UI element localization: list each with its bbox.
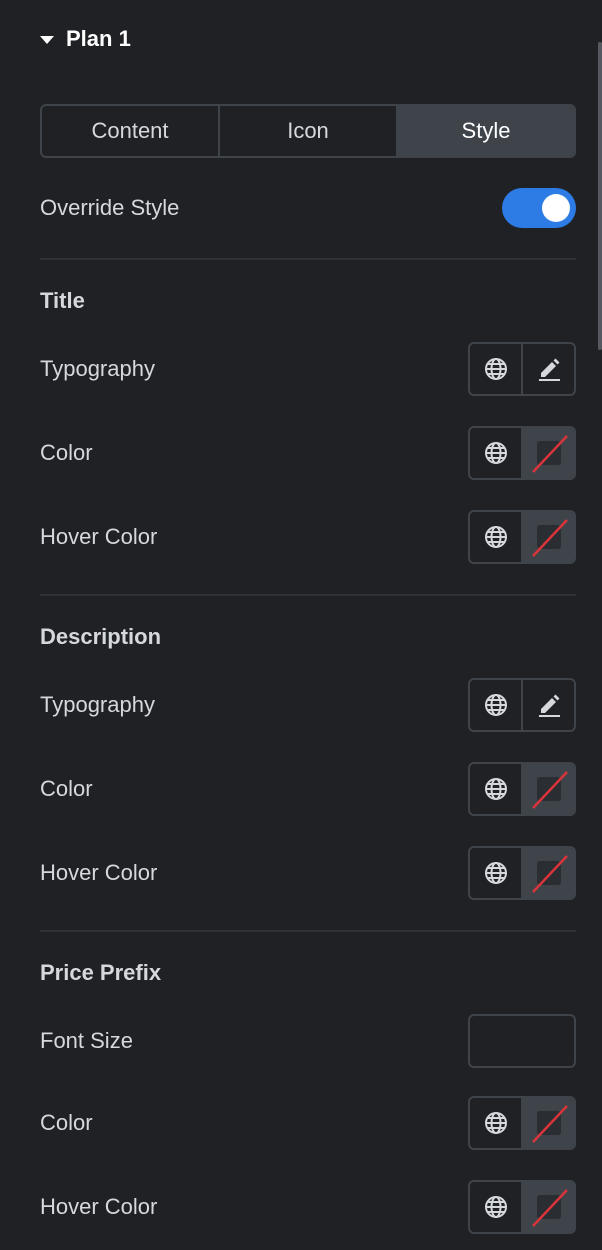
global-hover-color-button[interactable] xyxy=(470,848,521,898)
hover-color-picker-button[interactable] xyxy=(521,848,574,898)
no-color-swatch-icon xyxy=(531,771,568,809)
color-label: Color xyxy=(40,776,93,801)
hover-color-picker-button[interactable] xyxy=(521,512,574,562)
globe-icon xyxy=(484,862,507,884)
hover-color-label: Hover Color xyxy=(40,1194,158,1219)
caret-down-icon xyxy=(40,36,54,44)
tab-style[interactable]: Style xyxy=(396,106,574,156)
plan-header[interactable]: Plan 1 xyxy=(40,22,131,56)
toggle-knob xyxy=(542,194,570,222)
font-size-input[interactable] xyxy=(468,1014,576,1068)
section-title-header: Title xyxy=(40,286,576,316)
globe-icon xyxy=(484,694,507,716)
color-label: Color xyxy=(40,440,93,465)
global-hover-color-button[interactable] xyxy=(470,512,521,562)
description-hover-color-row: Hover Color xyxy=(40,846,576,900)
section-heading: Description xyxy=(40,624,162,649)
font-size-label: Font Size xyxy=(40,1028,133,1053)
globe-icon xyxy=(484,1112,507,1134)
no-color-swatch-icon xyxy=(531,519,568,557)
section-heading: Price Prefix xyxy=(40,960,162,985)
divider xyxy=(40,930,576,932)
typography-label: Typography xyxy=(40,692,155,717)
color-control xyxy=(468,1096,576,1150)
color-label: Color xyxy=(40,1110,93,1135)
section-description-header: Description xyxy=(40,622,576,652)
pencil-icon xyxy=(538,694,560,717)
global-hover-color-button[interactable] xyxy=(470,1182,521,1232)
override-style-label: Override Style xyxy=(40,195,180,220)
tab-icon[interactable]: Icon xyxy=(218,106,396,156)
hover-color-control xyxy=(468,846,576,900)
no-color-swatch-icon xyxy=(531,435,568,473)
hover-color-label: Hover Color xyxy=(40,524,158,549)
global-color-button[interactable] xyxy=(470,1098,521,1148)
typography-control xyxy=(468,678,576,732)
color-picker-button[interactable] xyxy=(521,1098,574,1148)
override-style-row: Override Style xyxy=(40,188,576,228)
color-picker-button[interactable] xyxy=(521,764,574,814)
no-color-swatch-icon xyxy=(531,1105,568,1143)
pencil-icon xyxy=(538,358,560,381)
globe-icon xyxy=(484,358,507,380)
global-typography-button[interactable] xyxy=(470,680,521,730)
edit-typography-button[interactable] xyxy=(521,680,574,730)
tab-group: Content Icon Style xyxy=(40,104,576,158)
section-price-prefix-header: Price Prefix xyxy=(40,958,576,988)
typography-label: Typography xyxy=(40,356,155,381)
color-picker-button[interactable] xyxy=(521,428,574,478)
hover-color-label: Hover Color xyxy=(40,860,158,885)
description-color-row: Color xyxy=(40,762,576,816)
price-prefix-color-row: Color xyxy=(40,1096,576,1150)
divider xyxy=(40,258,576,260)
global-typography-button[interactable] xyxy=(470,344,521,394)
title-hover-color-row: Hover Color xyxy=(40,510,576,564)
globe-icon xyxy=(484,778,507,800)
hover-color-picker-button[interactable] xyxy=(521,1182,574,1232)
override-style-toggle[interactable] xyxy=(502,188,576,228)
section-heading: Title xyxy=(40,288,85,313)
no-color-swatch-icon xyxy=(531,1189,568,1227)
globe-icon xyxy=(484,442,507,464)
title-color-row: Color xyxy=(40,426,576,480)
globe-icon xyxy=(484,1196,507,1218)
global-color-button[interactable] xyxy=(470,764,521,814)
scrollbar[interactable] xyxy=(598,42,602,350)
edit-typography-button[interactable] xyxy=(521,344,574,394)
color-control xyxy=(468,426,576,480)
price-prefix-hover-color-row: Hover Color xyxy=(40,1180,576,1234)
tab-content[interactable]: Content xyxy=(42,106,218,156)
typography-control xyxy=(468,342,576,396)
price-prefix-font-size-row: Font Size xyxy=(40,1014,576,1068)
description-typography-row: Typography xyxy=(40,678,576,732)
color-control xyxy=(468,762,576,816)
hover-color-control xyxy=(468,510,576,564)
title-typography-row: Typography xyxy=(40,342,576,396)
global-color-button[interactable] xyxy=(470,428,521,478)
plan-title: Plan 1 xyxy=(66,26,131,51)
divider xyxy=(40,594,576,596)
globe-icon xyxy=(484,526,507,548)
no-color-swatch-icon xyxy=(531,855,568,893)
hover-color-control xyxy=(468,1180,576,1234)
